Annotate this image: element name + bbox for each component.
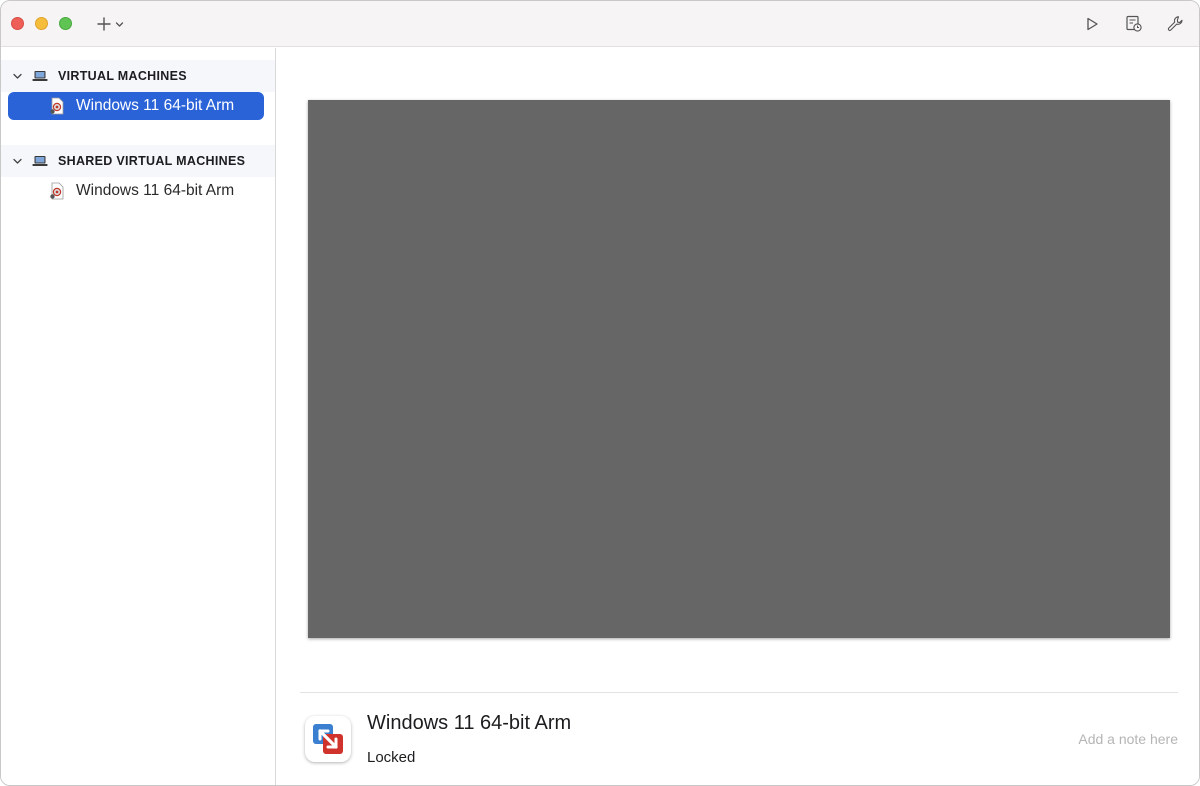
vm-status: Locked <box>367 749 416 766</box>
title-bar <box>1 1 1199 47</box>
vm-detail-panel: Windows 11 64-bit Arm Locked Add a note … <box>277 48 1199 785</box>
sidebar-item-vm[interactable]: Windows 11 64-bit Arm <box>8 92 264 120</box>
chevron-down-icon[interactable] <box>12 156 23 167</box>
play-icon <box>1087 17 1098 31</box>
wrench-icon <box>1167 16 1183 31</box>
vm-title: Windows 11 64-bit Arm <box>367 712 572 734</box>
section-title: SHARED VIRTUAL MACHINES <box>58 154 246 168</box>
laptop-icon <box>32 156 48 166</box>
snapshot-icon <box>1126 15 1142 32</box>
sidebar-item-shared-vm[interactable]: Windows 11 64-bit Arm <box>8 177 264 205</box>
app-window: VIRTUAL MACHINES Windows 11 64-bit Arm S… <box>0 0 1200 786</box>
laptop-icon <box>32 71 48 81</box>
vmware-fusion-icon <box>305 716 351 762</box>
vm-name-label: Windows 11 64-bit Arm <box>76 182 235 199</box>
play-button[interactable] <box>1081 13 1103 35</box>
divider <box>300 692 1178 693</box>
minimize-window-button[interactable] <box>35 17 48 30</box>
plus-icon <box>97 17 111 31</box>
chevron-down-icon <box>115 21 124 27</box>
sidebar: VIRTUAL MACHINES Windows 11 64-bit Arm S… <box>1 48 276 785</box>
close-window-button[interactable] <box>11 17 24 30</box>
section-title: VIRTUAL MACHINES <box>58 69 187 83</box>
snapshots-button[interactable] <box>1123 13 1145 35</box>
chevron-down-icon[interactable] <box>12 71 23 82</box>
section-virtual-machines[interactable]: VIRTUAL MACHINES <box>1 60 275 92</box>
add-vm-button[interactable] <box>96 12 124 36</box>
section-shared-virtual-machines[interactable]: SHARED VIRTUAL MACHINES <box>1 145 275 177</box>
zoom-window-button[interactable] <box>59 17 72 30</box>
vm-file-icon <box>50 182 64 200</box>
vm-screen-preview[interactable] <box>308 100 1170 638</box>
vm-name-label: Windows 11 64-bit Arm <box>76 97 235 114</box>
add-note-field[interactable]: Add a note here <box>1078 731 1178 747</box>
vm-file-icon <box>50 97 64 115</box>
settings-button[interactable] <box>1165 13 1187 35</box>
